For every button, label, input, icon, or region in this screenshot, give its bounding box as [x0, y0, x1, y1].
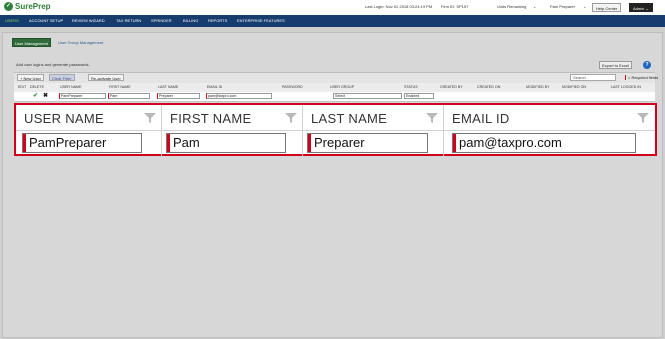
- logo-text: SurePrep: [15, 2, 51, 11]
- help-icon[interactable]: ?: [643, 61, 651, 69]
- first-name-input-small[interactable]: Pam: [108, 93, 150, 99]
- new-user-button[interactable]: + New User: [17, 74, 45, 81]
- admin-label: Admin: [633, 6, 645, 11]
- nav-tax-return[interactable]: TAX RETURN: [116, 18, 141, 23]
- nav-reports[interactable]: REPORTS: [208, 18, 227, 23]
- col-modified-on[interactable]: MODIFIED ON: [562, 85, 586, 89]
- first-name-input[interactable]: Pam: [166, 133, 286, 153]
- col-delete: DELETE: [30, 85, 44, 89]
- logo-icon: ✓: [4, 2, 13, 11]
- filter-icon[interactable]: [637, 113, 649, 123]
- col-created-by[interactable]: CREATED BY: [440, 85, 463, 89]
- nav-enterprise-features[interactable]: ENTERPRISE FEATURES: [237, 18, 285, 23]
- tab-user-management[interactable]: User Management: [12, 38, 51, 47]
- user-menu-dropdown[interactable]: Pam Preparer: [550, 4, 575, 9]
- clear-filter-button[interactable]: Clear Filter: [49, 74, 75, 81]
- email-input[interactable]: pam@taxpro.com: [452, 133, 636, 153]
- table-row: ✔ ✖ PamPreparer Pam Preparer pam@taxpro.…: [14, 92, 655, 102]
- zoomed-callout: USER NAME FIRST NAME LAST NAME EMAIL ID …: [14, 103, 657, 156]
- zoom-cell-email-id: pam@taxpro.com: [444, 131, 655, 156]
- col-last-name[interactable]: LAST NAME: [158, 85, 178, 89]
- nav-account-setup[interactable]: ACCOUNT SETUP: [29, 18, 63, 23]
- chevron-down-icon: ⌄: [533, 4, 537, 9]
- zoom-header-email-id[interactable]: EMAIL ID: [444, 105, 655, 131]
- zoom-cell-last-name: Preparer: [303, 131, 444, 156]
- col-edit: EDIT: [18, 85, 27, 89]
- required-fields-legend: = Required fields: [625, 75, 659, 81]
- reactivate-user-button[interactable]: Re-activate User: [88, 74, 124, 81]
- user-group-select[interactable]: Select: [333, 93, 402, 99]
- nav-sprinder[interactable]: SPRINDER: [151, 18, 172, 23]
- search-input[interactable]: Search: [570, 74, 616, 81]
- zoom-header-label: LAST NAME: [311, 111, 388, 126]
- user-name-input[interactable]: PamPreparer: [22, 133, 142, 153]
- last-name-input-small[interactable]: Preparer: [157, 93, 200, 99]
- col-modified-by[interactable]: MODIFIED BY: [526, 85, 549, 89]
- last-name-input[interactable]: Preparer: [307, 133, 428, 153]
- required-label: = Required fields: [628, 75, 659, 80]
- chevron-down-icon: ⌄: [583, 4, 587, 9]
- top-bar: ✓ SurePrep Last Login: Nov 02,2018 03:24…: [0, 0, 665, 16]
- sureprep-logo: ✓ SurePrep: [4, 2, 51, 11]
- tab-user-group-management[interactable]: User Group Management: [58, 40, 103, 45]
- col-user-name[interactable]: USER NAME: [60, 85, 81, 89]
- email-input-small[interactable]: pam@taxpro.com: [206, 93, 272, 99]
- zoom-header-label: FIRST NAME: [170, 111, 252, 126]
- col-password[interactable]: PASSWORD: [282, 85, 303, 89]
- units-remaining-dropdown[interactable]: Units Remaining: [497, 4, 526, 9]
- main-nav: USERS ACCOUNT SETUP REVIEW WIZARD TAX RE…: [0, 15, 665, 27]
- zoom-header-label: USER NAME: [24, 111, 104, 126]
- save-check-icon[interactable]: ✔: [33, 92, 38, 99]
- nav-billing[interactable]: BILLING: [183, 18, 198, 23]
- nav-review-wizard[interactable]: REVIEW WIZARD: [72, 18, 105, 23]
- status-select[interactable]: Enabled: [404, 93, 434, 99]
- zoom-cell-first-name: Pam: [162, 131, 303, 156]
- cancel-x-icon[interactable]: ✖: [43, 92, 48, 99]
- col-last-logged-in[interactable]: LAST LOGGED IN: [611, 85, 641, 89]
- firm-id-text: Firm ID: SP157: [441, 4, 469, 9]
- help-center-button[interactable]: Help Center: [592, 3, 622, 12]
- email-value: pam@taxpro.com: [459, 135, 562, 150]
- zoom-header-label: EMAIL ID: [452, 111, 510, 126]
- hint-text: Add user logins and generate passwords.: [16, 62, 90, 67]
- filter-icon[interactable]: [144, 113, 156, 123]
- zoom-cell-user-name: PamPreparer: [16, 131, 162, 156]
- first-name-value: Pam: [173, 135, 200, 150]
- col-email-id[interactable]: EMAIL ID: [207, 85, 222, 89]
- filter-icon[interactable]: [285, 113, 297, 123]
- col-created-on[interactable]: CREATED ON: [477, 85, 500, 89]
- zoom-header-user-name[interactable]: USER NAME: [16, 105, 162, 131]
- zoom-header-last-name[interactable]: LAST NAME: [303, 105, 444, 131]
- export-to-excel-button[interactable]: Export to Excel: [599, 61, 632, 69]
- last-name-value: Preparer: [314, 135, 365, 150]
- col-user-group[interactable]: USER GROUP: [330, 85, 354, 89]
- col-status[interactable]: STATUS: [404, 85, 418, 89]
- user-name-input-small[interactable]: PamPreparer: [59, 93, 106, 99]
- last-login-text: Last Login: Nov 02,2018 03:24:19 PM: [365, 4, 433, 9]
- col-first-name[interactable]: FIRST NAME: [109, 85, 131, 89]
- nav-users[interactable]: USERS: [5, 18, 19, 23]
- filter-icon[interactable]: [426, 113, 438, 123]
- admin-menu-button[interactable]: Admin ⌄: [629, 3, 653, 12]
- zoom-header-first-name[interactable]: FIRST NAME: [162, 105, 303, 131]
- user-name-value: PamPreparer: [29, 135, 107, 150]
